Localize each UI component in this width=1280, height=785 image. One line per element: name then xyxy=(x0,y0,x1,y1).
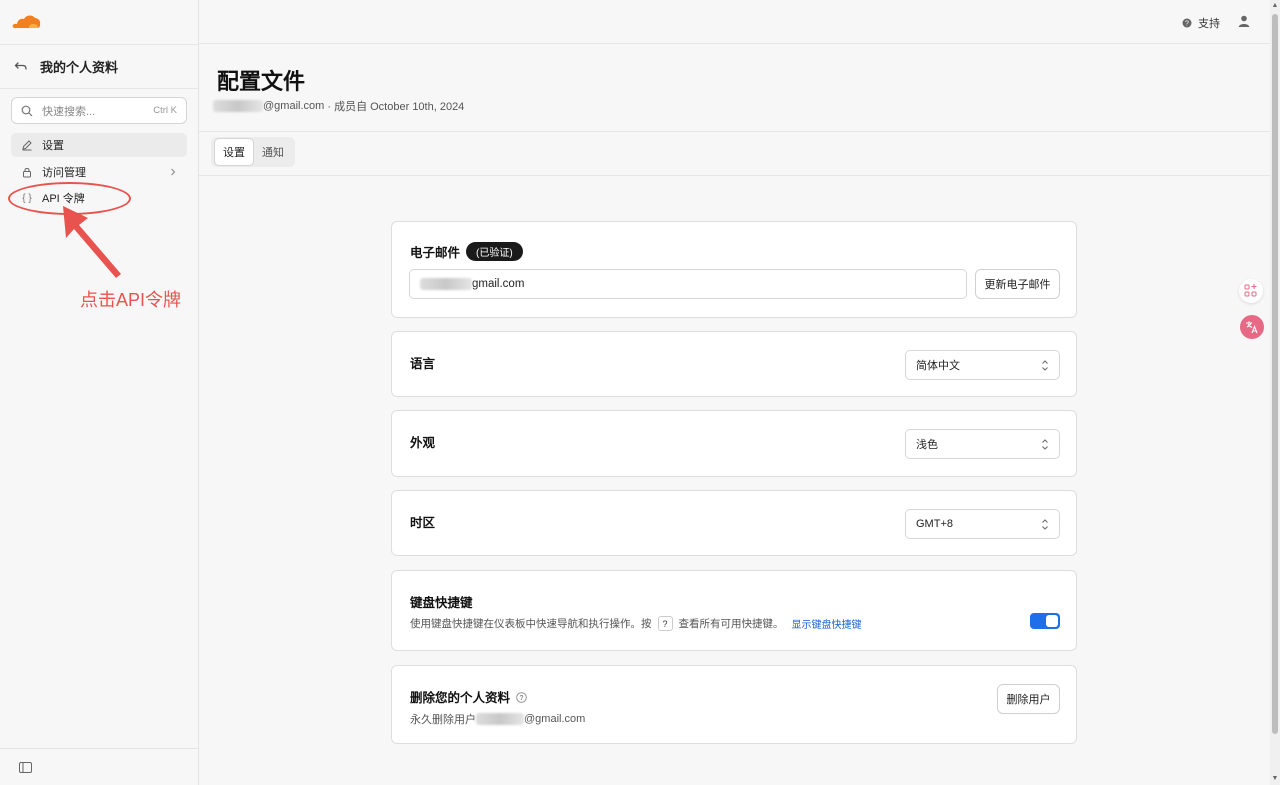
quick-search[interactable]: 快速搜索... Ctrl K xyxy=(11,97,187,124)
shortcuts-description: 使用键盘快捷键在仪表板中快速导航和执行操作。按 ? 查看所有可用快捷键。 显示键… xyxy=(410,616,862,631)
delete-profile-description: 永久删除用户 @gmail.com xyxy=(410,711,585,727)
tab-notifications[interactable]: 通知 xyxy=(254,139,292,165)
svg-text:?: ? xyxy=(1185,21,1189,28)
cloudflare-logo[interactable] xyxy=(12,13,42,29)
show-shortcuts-link[interactable]: 显示键盘快捷键 xyxy=(792,616,862,631)
verified-badge: (已验证) xyxy=(466,242,523,261)
appearance-title: 外观 xyxy=(410,436,436,450)
language-card: 语言 简体中文 xyxy=(391,331,1077,397)
language-title: 语言 xyxy=(410,357,436,371)
user-icon[interactable] xyxy=(1238,15,1250,27)
email-title-text: 电子邮件 xyxy=(410,246,461,260)
search-placeholder: 快速搜索... xyxy=(42,105,96,118)
apps-icon xyxy=(1244,284,1257,297)
support-label: 支持 xyxy=(1198,18,1220,30)
subtitle-email-suffix: @gmail.com xyxy=(263,100,325,112)
apps-widget[interactable] xyxy=(1239,279,1263,303)
chevron-right-icon xyxy=(171,168,176,176)
redacted-email xyxy=(420,278,472,290)
delete-desc-suffix: @gmail.com xyxy=(524,713,586,725)
search-shortcut: Ctrl K xyxy=(153,105,177,116)
profile-header: 我的个人资料 xyxy=(0,44,198,89)
redacted-email xyxy=(476,713,524,725)
timezone-card: 时区 GMT+8 xyxy=(391,490,1077,556)
appearance-card: 外观 浅色 xyxy=(391,410,1077,477)
sidebar-collapse-icon[interactable] xyxy=(19,762,32,773)
shortcuts-desc-text-2: 查看所有可用快捷键。 xyxy=(678,618,784,630)
sidebar-item-access-management[interactable]: 访问管理 xyxy=(11,160,187,184)
delete-profile-title: 删除您的个人资料 ? xyxy=(410,687,527,706)
back-arrow-icon[interactable] xyxy=(14,60,28,74)
shortcuts-toggle[interactable] xyxy=(1030,613,1060,629)
chevron-updown-icon xyxy=(1042,439,1048,450)
annotation-arrow xyxy=(63,206,121,278)
page-subtitle: @gmail.com · 成员自 October 10th, 2024 xyxy=(213,98,464,114)
scroll-up-icon[interactable]: ▲ xyxy=(1271,2,1279,10)
email-field[interactable]: gmail.com xyxy=(409,269,967,299)
profile-title: 我的个人资料 xyxy=(40,60,119,75)
scrollbar[interactable]: ▲ ▼ xyxy=(1270,0,1280,785)
translate-icon xyxy=(1246,321,1258,334)
delete-desc-prefix: 永久删除用户 xyxy=(410,714,476,726)
question-key: ? xyxy=(657,616,673,631)
appearance-select[interactable]: 浅色 xyxy=(905,429,1060,459)
timezone-title: 时区 xyxy=(410,516,436,530)
sidebar-footer xyxy=(0,748,198,785)
translate-widget[interactable] xyxy=(1240,315,1264,339)
shortcuts-desc-text: 使用键盘快捷键在仪表板中快速导航和执行操作。按 xyxy=(410,618,652,630)
delete-user-button[interactable]: 删除用户 xyxy=(997,684,1060,714)
page-title: 配置文件 xyxy=(217,69,306,94)
help-circle-icon: ? xyxy=(1182,18,1192,28)
chevron-updown-icon xyxy=(1042,360,1048,371)
top-bar: ? 支持 xyxy=(199,0,1270,44)
lock-icon xyxy=(23,168,31,178)
email-card: 电子邮件 (已验证) gmail.com 更新电子邮件 xyxy=(391,221,1077,318)
shortcuts-title: 键盘快捷键 xyxy=(410,596,473,610)
support-button[interactable]: ? 支持 xyxy=(1182,15,1220,31)
tab-list: 设置 通知 xyxy=(211,137,295,167)
page-header: 配置文件 @gmail.com · 成员自 October 10th, 2024 xyxy=(199,45,1270,132)
sidebar-item-label: 设置 xyxy=(42,140,64,152)
svg-text:?: ? xyxy=(519,695,523,702)
sidebar-item-label: 访问管理 xyxy=(42,167,86,179)
pencil-icon xyxy=(22,140,32,151)
delete-profile-card: 删除您的个人资料 ? 永久删除用户 @gmail.com 删除用户 xyxy=(391,665,1077,744)
toggle-knob xyxy=(1046,615,1058,627)
chevron-updown-icon xyxy=(1042,519,1048,530)
scroll-down-icon[interactable]: ▼ xyxy=(1271,775,1279,783)
keyboard-shortcuts-card: 键盘快捷键 使用键盘快捷键在仪表板中快速导航和执行操作。按 ? 查看所有可用快捷… xyxy=(391,570,1077,651)
redacted-email xyxy=(213,100,263,112)
search-icon xyxy=(21,105,33,116)
timezone-select[interactable]: GMT+8 xyxy=(905,509,1060,539)
sidebar: 我的个人资料 快速搜索... Ctrl K 设置 访问管理 { } API 令牌… xyxy=(0,0,199,785)
email-card-title: 电子邮件 (已验证) xyxy=(410,242,523,261)
appearance-value: 浅色 xyxy=(916,439,938,451)
language-select[interactable]: 简体中文 xyxy=(905,350,1060,380)
scroll-thumb[interactable] xyxy=(1272,14,1278,734)
help-icon[interactable]: ? xyxy=(516,692,527,703)
delete-title-text: 删除您的个人资料 xyxy=(410,691,511,705)
timezone-value: GMT+8 xyxy=(916,518,953,530)
language-value: 简体中文 xyxy=(916,360,960,372)
email-value-suffix: gmail.com xyxy=(472,278,525,290)
tab-settings[interactable]: 设置 xyxy=(214,138,254,166)
update-email-button[interactable]: 更新电子邮件 xyxy=(975,269,1060,299)
subtitle-member-since: · 成员自 October 10th, 2024 xyxy=(324,101,465,113)
sidebar-item-settings[interactable]: 设置 xyxy=(11,133,187,157)
annotation-text: 点击API令牌 xyxy=(80,290,182,310)
tabs-bar: 设置 通知 xyxy=(199,132,1270,176)
